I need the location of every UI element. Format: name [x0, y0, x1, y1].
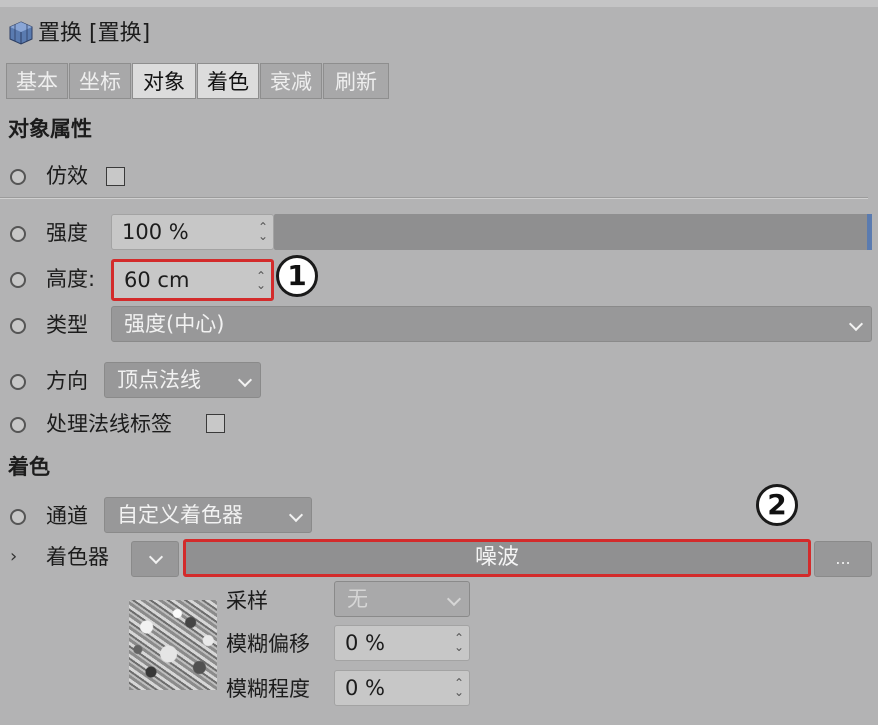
type-dropdown[interactable]: 强度(中心) — [111, 306, 872, 342]
mimic-label: 仿效 — [46, 164, 88, 188]
animate-radio[interactable] — [10, 509, 26, 525]
process-normal-tag-label: 处理法线标签 — [46, 412, 172, 436]
animate-radio[interactable] — [10, 226, 26, 242]
panel-top-border — [0, 0, 878, 7]
shader-menu-button[interactable] — [131, 541, 179, 577]
direction-value: 顶点法线 — [117, 368, 201, 392]
channel-label: 通道 — [46, 504, 88, 528]
tab-shading[interactable]: 着色 — [197, 63, 259, 99]
blur-scale-label: 模糊程度 — [226, 677, 310, 701]
height-field[interactable]: 60 cm ⌃ ⌄ — [111, 259, 274, 301]
channel-dropdown[interactable]: 自定义着色器 — [104, 497, 312, 533]
tab-refresh[interactable]: 刷新 — [323, 63, 389, 99]
strength-field[interactable]: 100 % ⌃ ⌄ — [111, 214, 274, 250]
sampling-dropdown[interactable]: 无 — [334, 581, 470, 617]
tab-coordinates[interactable]: 坐标 — [69, 63, 131, 99]
animate-radio[interactable] — [10, 169, 26, 185]
stepper-icon[interactable]: ⌃ ⌄ — [454, 632, 464, 653]
blur-scale-value: 0 % — [345, 676, 385, 700]
chevron-down-icon — [237, 372, 253, 388]
height-label: 高度: — [46, 267, 96, 291]
callout-1: 1 — [276, 255, 318, 297]
strength-value: 100 % — [122, 220, 189, 244]
strength-label: 强度 — [46, 221, 88, 245]
callout-2: 2 — [756, 484, 798, 526]
divider — [0, 197, 868, 199]
stepper-icon[interactable]: ⌃ ⌄ — [454, 677, 464, 698]
channel-value: 自定义着色器 — [117, 503, 243, 527]
blur-scale-field[interactable]: 0 % ⌃ ⌄ — [334, 670, 470, 706]
section-shading: 着色 — [8, 455, 50, 479]
animate-radio[interactable] — [10, 318, 26, 334]
blur-offset-field[interactable]: 0 % ⌃ ⌄ — [334, 625, 470, 661]
expand-arrow-icon[interactable]: › — [10, 545, 17, 569]
type-value: 强度(中心) — [124, 312, 225, 336]
shader-noise-button[interactable]: 噪波 — [183, 539, 811, 577]
direction-dropdown[interactable]: 顶点法线 — [104, 362, 261, 398]
chevron-down-icon — [848, 316, 864, 332]
animate-radio[interactable] — [10, 374, 26, 390]
animate-radio[interactable] — [10, 272, 26, 288]
chevron-down-icon — [148, 549, 164, 565]
mimic-checkbox[interactable] — [106, 167, 125, 186]
chevron-down-icon — [288, 507, 304, 523]
panel-title: 置换 [置换] — [38, 21, 151, 46]
sampling-label: 采样 — [226, 589, 268, 613]
chevron-down-icon — [446, 591, 462, 607]
animate-radio[interactable] — [10, 417, 26, 433]
stepper-icon[interactable]: ⌃ ⌄ — [258, 221, 268, 242]
tab-falloff[interactable]: 衰减 — [260, 63, 322, 99]
process-normal-tag-checkbox[interactable] — [206, 414, 225, 433]
blur-offset-value: 0 % — [345, 631, 385, 655]
shader-label: 着色器 — [46, 545, 109, 569]
strength-slider[interactable] — [274, 214, 872, 250]
sampling-value: 无 — [347, 587, 368, 611]
tab-basic[interactable]: 基本 — [6, 63, 68, 99]
blur-offset-label: 模糊偏移 — [226, 632, 310, 656]
height-value: 60 cm — [124, 268, 190, 292]
shader-more-button[interactable]: ... — [814, 541, 872, 577]
type-label: 类型 — [46, 313, 88, 337]
stepper-icon[interactable]: ⌃ ⌄ — [256, 270, 266, 291]
displacer-cube-icon — [9, 21, 33, 45]
direction-label: 方向 — [46, 369, 88, 393]
noise-preview-thumbnail — [129, 600, 217, 690]
section-object-properties: 对象属性 — [8, 117, 92, 141]
strength-slider-fill-end — [867, 214, 872, 250]
tab-object[interactable]: 对象 — [132, 63, 196, 99]
